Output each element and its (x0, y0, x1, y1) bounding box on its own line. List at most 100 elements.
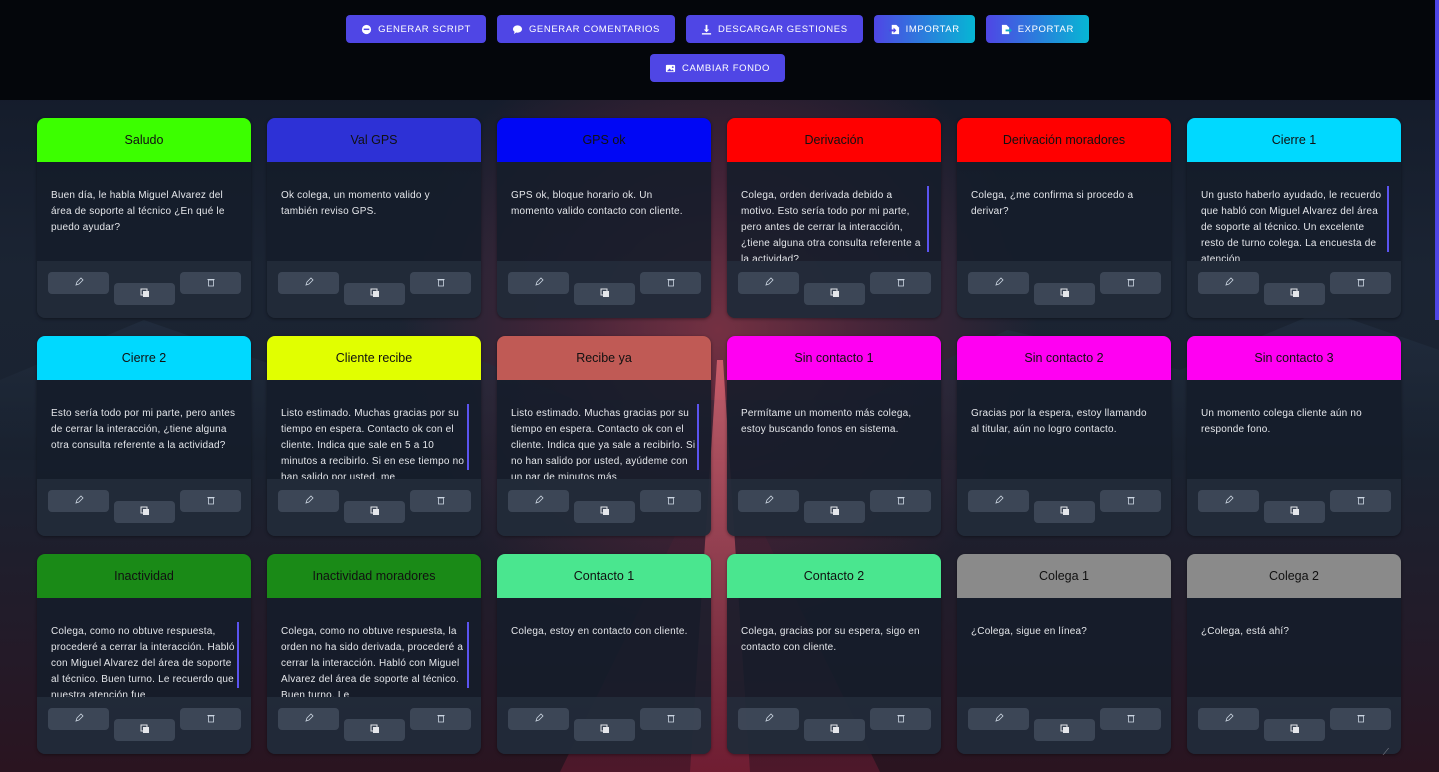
delete-button[interactable] (180, 272, 241, 294)
card-actions (267, 479, 481, 536)
card-text[interactable]: Colega, gracias por su espera, sigo en c… (727, 598, 941, 697)
card-text[interactable]: ¿Colega, está ahí? (1187, 598, 1401, 697)
card-text[interactable]: Colega, como no obtuve respuesta, la ord… (267, 598, 481, 697)
edit-button[interactable] (48, 272, 109, 294)
delete-button[interactable] (870, 708, 931, 730)
edit-button[interactable] (1198, 490, 1259, 512)
card-actions (727, 479, 941, 536)
page-scrollbar[interactable] (1435, 0, 1439, 320)
descargar-gestiones-button[interactable]: Descargar gestiones (685, 15, 863, 43)
card-text[interactable]: Colega, estoy en contacto con cliente. (497, 598, 711, 697)
delete-button[interactable] (640, 490, 701, 512)
script-card: Contacto 1 Colega, estoy en contacto con … (497, 554, 711, 754)
edit-button[interactable] (508, 490, 569, 512)
script-card: Inactividad moradores Colega, como no obt… (267, 554, 481, 754)
edit-button[interactable] (968, 490, 1029, 512)
copy-button[interactable] (114, 719, 175, 741)
toolbar-main-buttons: Generar script Generar comentarios Desca… (0, 15, 1435, 43)
card-text[interactable]: Permítame un momento más colega, estoy b… (727, 380, 941, 479)
copy-button[interactable] (1034, 501, 1095, 523)
copy-button[interactable] (1264, 501, 1325, 523)
card-scrollbar[interactable] (467, 622, 469, 688)
card-text[interactable]: Un gusto haberlo ayudado, le recuerdo qu… (1187, 162, 1401, 261)
copy-button[interactable] (574, 719, 635, 741)
card-text[interactable]: Esto sería todo por mi parte, pero antes… (37, 380, 251, 479)
script-card: Cierre 2 Esto sería todo por mi parte, pe… (37, 336, 251, 536)
edit-button[interactable] (738, 708, 799, 730)
copy-button[interactable] (1034, 283, 1095, 305)
generar-comentarios-button[interactable]: Generar comentarios (496, 15, 675, 43)
delete-button[interactable] (180, 708, 241, 730)
card-scrollbar[interactable] (467, 404, 469, 470)
importar-button[interactable]: Importar (873, 15, 975, 43)
delete-button[interactable] (870, 490, 931, 512)
delete-button[interactable] (410, 490, 471, 512)
edit-button[interactable] (278, 272, 339, 294)
copy-button[interactable] (574, 283, 635, 305)
edit-button[interactable] (968, 708, 1029, 730)
copy-button[interactable] (344, 501, 405, 523)
delete-button[interactable] (640, 708, 701, 730)
edit-button[interactable] (508, 708, 569, 730)
copy-button[interactable] (804, 283, 865, 305)
card-text[interactable]: Buen día, le habla Miguel Alvarez del ár… (37, 162, 251, 261)
card-scrollbar[interactable] (1387, 186, 1389, 252)
card-text[interactable]: Un momento colega cliente aún no respond… (1187, 380, 1401, 479)
copy-button[interactable] (114, 501, 175, 523)
card-scrollbar[interactable] (697, 404, 699, 470)
delete-button[interactable] (1100, 272, 1161, 294)
trash-icon (1356, 710, 1366, 728)
trash-icon (436, 274, 446, 292)
copy-button[interactable] (344, 283, 405, 305)
copy-button[interactable] (574, 501, 635, 523)
delete-button[interactable] (1330, 490, 1391, 512)
edit-button[interactable] (278, 708, 339, 730)
edit-button[interactable] (278, 490, 339, 512)
delete-button[interactable] (870, 272, 931, 294)
card-title: Sin contacto 3 (1187, 336, 1401, 380)
trash-icon (1126, 274, 1136, 292)
edit-button[interactable] (968, 272, 1029, 294)
copy-button[interactable] (114, 283, 175, 305)
copy-icon (1290, 721, 1300, 739)
edit-button[interactable] (1198, 272, 1259, 294)
delete-button[interactable] (1100, 708, 1161, 730)
card-text[interactable]: Ok colega, un momento valido y también r… (267, 162, 481, 261)
pencil-icon (764, 492, 774, 510)
delete-button[interactable] (1100, 490, 1161, 512)
card-scrollbar[interactable] (237, 622, 239, 688)
card-title: Inactividad (37, 554, 251, 598)
edit-button[interactable] (738, 272, 799, 294)
card-text[interactable]: Gracias por la espera, estoy llamando al… (957, 380, 1171, 479)
card-text[interactable]: Listo estimado. Muchas gracias por su ti… (497, 380, 711, 479)
copy-button[interactable] (1034, 719, 1095, 741)
delete-button[interactable] (1330, 708, 1391, 730)
delete-button[interactable] (410, 708, 471, 730)
delete-button[interactable] (640, 272, 701, 294)
edit-button[interactable] (48, 490, 109, 512)
copy-button[interactable] (344, 719, 405, 741)
generar-script-button[interactable]: Generar script (346, 15, 486, 43)
copy-button[interactable] (804, 501, 865, 523)
exportar-button[interactable]: Exportar (985, 15, 1089, 43)
edit-button[interactable] (508, 272, 569, 294)
card-text[interactable]: ¿Colega, sigue en línea? (957, 598, 1171, 697)
card-text[interactable]: Colega, ¿me confirma si procedo a deriva… (957, 162, 1171, 261)
card-text[interactable]: Colega, orden derivada debido a motivo. … (727, 162, 941, 261)
delete-button[interactable] (410, 272, 471, 294)
delete-button[interactable] (1330, 272, 1391, 294)
edit-button[interactable] (738, 490, 799, 512)
copy-button[interactable] (1264, 719, 1325, 741)
pencil-icon (534, 274, 544, 292)
delete-button[interactable] (180, 490, 241, 512)
cambiar-fondo-button[interactable]: Cambiar fondo (649, 54, 786, 82)
copy-button[interactable] (804, 719, 865, 741)
copy-button[interactable] (1264, 283, 1325, 305)
card-text[interactable]: GPS ok, bloque horario ok. Un momento va… (497, 162, 711, 261)
edit-button[interactable] (1198, 708, 1259, 730)
edit-button[interactable] (48, 708, 109, 730)
download-icon (701, 24, 712, 35)
card-text[interactable]: Listo estimado. Muchas gracias por su ti… (267, 380, 481, 479)
card-text[interactable]: Colega, como no obtuve respuesta, proced… (37, 598, 251, 697)
card-scrollbar[interactable] (927, 186, 929, 252)
